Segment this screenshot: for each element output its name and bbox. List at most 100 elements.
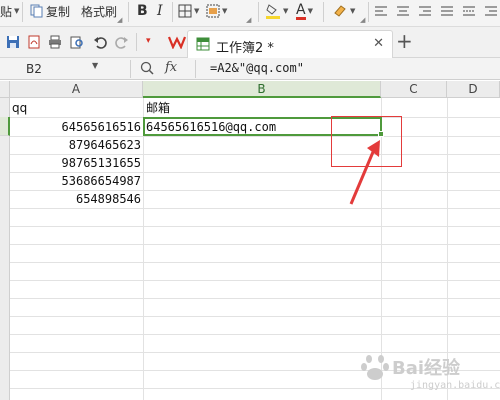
- wps-logo-icon[interactable]: [168, 35, 186, 49]
- font-color-label: A: [296, 1, 306, 20]
- italic-button[interactable]: I: [157, 2, 163, 20]
- align-left-icon: [375, 6, 387, 16]
- gridline: [10, 316, 500, 317]
- zoom-formula-icon[interactable]: [140, 61, 154, 76]
- copy-label: 复制: [46, 4, 71, 19]
- cell-a1[interactable]: qq: [12, 99, 140, 117]
- undo-icon[interactable]: [93, 35, 107, 49]
- column-header-b[interactable]: B: [143, 81, 381, 98]
- paste-dropdown-icon[interactable]: ▼: [14, 7, 19, 15]
- justify-icon: [441, 6, 453, 16]
- customize-toolbar-icon[interactable]: ▾: [146, 36, 151, 46]
- clear-format-button[interactable]: ▼: [332, 2, 355, 20]
- name-box-dropdown-icon[interactable]: ▼: [92, 61, 98, 70]
- align-center-icon: [397, 6, 409, 16]
- align-right-button[interactable]: [418, 2, 432, 20]
- paw-logo-icon: [361, 355, 389, 380]
- merge-cells-icon: [206, 4, 220, 18]
- ribbon-divider: [22, 2, 23, 22]
- align-left-button[interactable]: [374, 2, 388, 20]
- align-right-icon: [419, 6, 431, 16]
- cell-a6[interactable]: 654898546: [12, 190, 141, 208]
- fill-color-dropdown-icon[interactable]: ▼: [283, 7, 288, 15]
- bold-button[interactable]: B: [137, 2, 148, 20]
- cell-a2[interactable]: 64565616516: [12, 118, 141, 136]
- gridline: [10, 262, 500, 263]
- redo-icon[interactable]: [115, 35, 129, 49]
- export-pdf-icon[interactable]: [27, 35, 41, 49]
- borders-icon: [178, 4, 192, 18]
- format-painter-button[interactable]: 格式刷: [81, 2, 117, 20]
- formula-bar: B2 ▼ fx =A2&"@qq.com": [0, 58, 500, 80]
- print-icon[interactable]: [48, 35, 62, 49]
- new-tab-button[interactable]: +: [396, 31, 413, 51]
- bold-label: B: [137, 3, 148, 19]
- document-tab[interactable]: 工作簿2 * ✕: [187, 30, 393, 58]
- column-header-d[interactable]: D: [447, 81, 500, 98]
- gridline: [10, 208, 500, 209]
- font-color-dropdown-icon[interactable]: ▼: [308, 7, 313, 15]
- toolbar-divider: [136, 33, 137, 51]
- borders-button[interactable]: ▼: [178, 2, 199, 20]
- borders-dropdown-icon[interactable]: ▼: [194, 7, 199, 15]
- annotation-arrow-icon: [349, 140, 380, 205]
- justify-button[interactable]: [440, 2, 454, 20]
- formula-input[interactable]: =A2&"@qq.com": [210, 61, 304, 75]
- name-box[interactable]: B2: [20, 60, 102, 78]
- paste-button[interactable]: 贴 ▼: [0, 2, 19, 20]
- ribbon: 贴 ▼ 复制 格式刷 ◢ B I ▼ ▼ ◢ ▼ A ▼ ▼ ◢: [0, 0, 500, 27]
- align-center-button[interactable]: [396, 2, 410, 20]
- select-all-corner[interactable]: [0, 81, 10, 98]
- close-tab-icon[interactable]: ✕: [373, 36, 384, 51]
- clear-format-dropdown-icon[interactable]: ▼: [350, 7, 355, 15]
- paint-bucket-icon: [266, 4, 280, 19]
- insert-function-button[interactable]: fx: [165, 60, 177, 75]
- fill-color-button[interactable]: ▼: [265, 2, 288, 20]
- italic-label: I: [157, 3, 163, 19]
- font-group-launcher-icon[interactable]: ◢: [246, 16, 251, 24]
- row-header-column[interactable]: [0, 98, 10, 400]
- gridline: [143, 98, 144, 400]
- font-color-button[interactable]: A ▼: [296, 2, 313, 20]
- baidu-watermark: Bai经验 jingyan.baidu.com: [352, 346, 500, 400]
- style-group-launcher-icon[interactable]: ◢: [360, 16, 365, 24]
- cell-a5[interactable]: 53686654987: [12, 172, 141, 190]
- watermark-url: jingyan.baidu.com: [410, 380, 500, 391]
- spreadsheet-file-icon: [196, 37, 210, 51]
- eraser-icon: [334, 5, 346, 17]
- indent-button[interactable]: [484, 2, 498, 20]
- gridline: [10, 280, 500, 281]
- merge-button[interactable]: ▼: [206, 2, 227, 20]
- document-tab-label: 工作簿2 *: [216, 41, 274, 56]
- watermark-text: Bai经验: [392, 358, 461, 379]
- ribbon-divider: [323, 2, 324, 22]
- gridline: [10, 334, 500, 335]
- copy-icon: [30, 4, 43, 18]
- cell-b1[interactable]: 邮箱: [146, 99, 378, 117]
- formula-bar-divider: [130, 60, 131, 78]
- indent-icon: [485, 6, 497, 16]
- distribute-button[interactable]: [462, 2, 476, 20]
- ribbon-divider: [258, 2, 259, 22]
- gridline: [10, 226, 500, 227]
- column-header-c[interactable]: C: [381, 81, 447, 98]
- column-header-a[interactable]: A: [10, 81, 143, 98]
- cell-a3[interactable]: 8796465623: [12, 136, 141, 154]
- gridline: [10, 244, 500, 245]
- ribbon-divider: [128, 2, 129, 22]
- row-header-selected[interactable]: [0, 117, 10, 136]
- merge-dropdown-icon[interactable]: ▼: [222, 7, 227, 15]
- quick-access-toolbar: ▾ 工作簿2 * ✕ +: [0, 27, 500, 58]
- formula-bar-divider: [195, 60, 196, 78]
- ribbon-divider: [368, 2, 369, 22]
- copy-button[interactable]: 复制: [30, 2, 70, 20]
- ribbon-divider: [172, 2, 173, 22]
- format-painter-label: 格式刷: [81, 4, 118, 19]
- gridline: [10, 298, 500, 299]
- distributed-align-icon: [463, 6, 475, 16]
- clipboard-group-launcher-icon[interactable]: ◢: [117, 16, 122, 24]
- cell-a4[interactable]: 98765131655: [12, 154, 141, 172]
- save-icon[interactable]: [6, 35, 20, 49]
- print-preview-icon[interactable]: [70, 35, 84, 49]
- paste-label: 贴: [0, 4, 13, 19]
